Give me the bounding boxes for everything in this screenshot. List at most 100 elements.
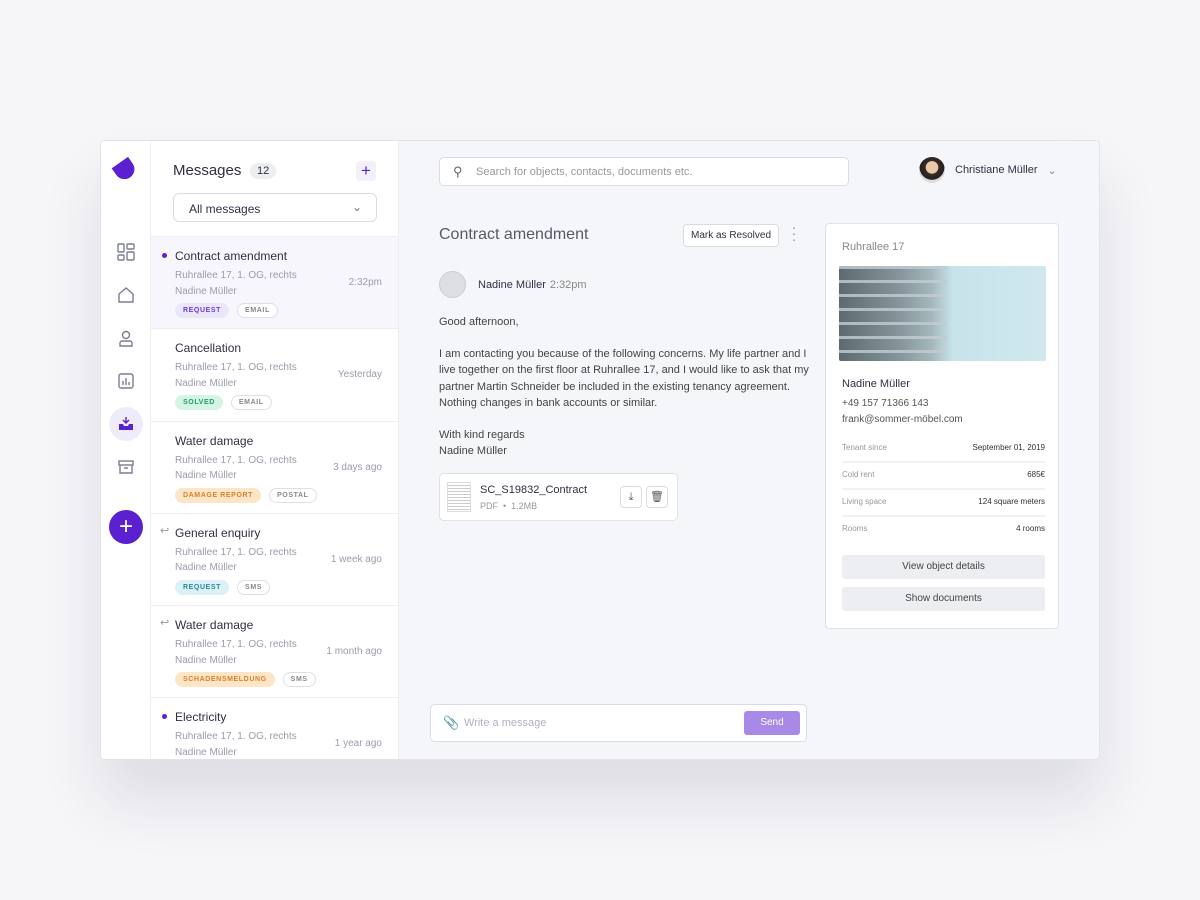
greeting: Good afternoon, <box>439 316 519 328</box>
tenant-phone: +49 157 71366 143 <box>842 398 929 409</box>
sender-avatar <box>439 271 466 298</box>
item-address: Ruhrallee 17, 1. OG, rechts <box>175 731 297 743</box>
detail-row: Rooms 4 rooms <box>842 517 1045 544</box>
compose-box[interactable]: 📎 Write a message Send <box>430 704 807 742</box>
message-body: Good afternoon, I am contacting you beca… <box>439 314 809 459</box>
avatar <box>919 157 945 183</box>
tenant-name: Nadine Müller <box>842 378 910 390</box>
list-item[interactable]: Water damage Ruhrallee 17, 1. OG, rechts… <box>151 422 398 514</box>
item-time: 1 month ago <box>326 646 382 658</box>
archive-icon[interactable] <box>109 450 143 484</box>
item-title: Cancellation <box>175 341 242 356</box>
search-icon: ⚲ <box>453 164 463 179</box>
item-title: Water damage <box>175 433 254 448</box>
item-time: 3 days ago <box>333 461 382 473</box>
create-button[interactable]: + <box>109 510 143 544</box>
closing: With kind regards <box>439 429 525 442</box>
item-contact: Nadine Müller <box>175 377 237 389</box>
item-title: Electricity <box>175 710 227 725</box>
signature: Nadine Müller <box>439 445 507 458</box>
list-item[interactable]: Contract amendment Ruhrallee 17, 1. OG, … <box>151 237 398 330</box>
reply-icon: ↩ <box>160 524 170 537</box>
message-sender: Nadine Müller 2:32pm <box>439 271 587 298</box>
item-contact: Nadine Müller <box>175 562 237 574</box>
item-title: Contract amendment <box>175 249 288 263</box>
user-name: Christiane Müller <box>955 164 1038 176</box>
detail-label: Living space <box>842 497 887 506</box>
more-options-icon[interactable]: · · · <box>791 220 797 247</box>
status-badge: SCHADENSMELDUNG <box>175 672 275 688</box>
tenant-email: frank@sommer-möbel.com <box>842 413 963 425</box>
item-title: Water damage <box>175 618 254 633</box>
building-photo <box>839 266 1046 361</box>
inbox-icon[interactable] <box>109 407 143 441</box>
detail-row: Tenant since September 01, 2019 <box>842 436 1045 463</box>
sender-name: Nadine Müller <box>478 278 546 291</box>
dashboard-icon[interactable] <box>109 235 143 269</box>
status-badge: REQUEST <box>175 579 230 595</box>
trash-icon[interactable]: 🗑 <box>646 486 668 508</box>
item-address: Ruhrallee 17, 1. OG, rechts <box>175 454 297 466</box>
list-item[interactable]: ↩ General enquiry Ruhrallee 17, 1. OG, re… <box>151 514 398 607</box>
item-title: General enquiry <box>175 525 261 540</box>
item-contact: Nadine Müller <box>175 746 237 758</box>
message-filter-select[interactable]: All messages ⌄ <box>173 193 377 222</box>
detail-value: 124 square meters <box>978 497 1045 506</box>
message-list-panel: Messages 12 + All messages ⌄ Contract ame… <box>151 141 399 759</box>
chart-icon[interactable] <box>109 364 143 398</box>
send-button[interactable]: Send <box>744 711 800 735</box>
detail-label: Tenant since <box>842 443 887 452</box>
search-input[interactable]: ⚲ Search for objects, contacts, documents… <box>439 157 849 186</box>
status-badge: DAMAGE REPORT <box>175 487 262 503</box>
item-address: Ruhrallee 17, 1. OG, rechts <box>175 270 297 281</box>
list-item[interactable]: ↩ Water damage Ruhrallee 17, 1. OG, recht… <box>151 606 398 699</box>
message-input[interactable]: Write a message <box>464 717 546 729</box>
item-time: 1 year ago <box>334 738 382 750</box>
detail-row: Living space 124 square meters <box>842 490 1045 517</box>
body-text: I am contacting you because of the follo… <box>439 348 809 409</box>
item-contact: Nadine Müller <box>175 285 237 297</box>
item-time: 2:32pm <box>348 277 382 288</box>
channel-badge: EMAIL <box>230 395 272 411</box>
message-time: 2:32pm <box>549 278 587 291</box>
item-time: 1 week ago <box>330 553 382 565</box>
object-card: Ruhrallee 17 Nadine Müller +49 157 71366… <box>825 223 1059 629</box>
filter-value: All messages <box>189 202 261 216</box>
attachment-meta: PDF • 1.2MB <box>480 501 538 511</box>
reply-icon: ↩ <box>160 617 170 630</box>
item-time: Yesterday <box>337 369 382 381</box>
detail-value: September 01, 2019 <box>972 443 1046 452</box>
document-thumbnail <box>447 482 471 512</box>
sidebar: + <box>101 141 151 759</box>
paperclip-icon[interactable]: 📎 <box>443 715 459 731</box>
detail-value: 685€ <box>1027 470 1045 479</box>
show-documents-button[interactable]: Show documents <box>842 587 1045 611</box>
chevron-down-icon: ⌄ <box>351 200 362 214</box>
download-icon[interactable]: ⤓ <box>620 486 642 508</box>
logo <box>111 156 139 184</box>
detail-row: Cold rent 685€ <box>842 463 1045 490</box>
attachment[interactable]: SC_S19832_Contract PDF • 1.2MB ⤓ 🗑 <box>439 473 678 521</box>
user-icon[interactable] <box>109 321 143 355</box>
message-title: Contract amendment <box>439 226 589 243</box>
search-placeholder: Search for objects, contacts, documents … <box>476 166 693 178</box>
list-item[interactable]: Electricity Ruhrallee 17, 1. OG, rechts N… <box>151 698 398 759</box>
main-content: ⚲ Search for objects, contacts, documents… <box>399 141 1099 759</box>
list-item[interactable]: Cancellation Ruhrallee 17, 1. OG, rechts… <box>151 329 398 422</box>
item-address: Ruhrallee 17, 1. OG, rechts <box>175 546 297 558</box>
channel-badge: POSTAL <box>269 487 317 503</box>
user-menu[interactable]: Christiane Müller ⌄ <box>919 157 1057 183</box>
attachment-name: SC_S19832_Contract <box>480 484 588 496</box>
item-contact: Nadine Müller <box>175 654 237 666</box>
message-count-badge: 12 <box>250 163 277 179</box>
channel-badge: EMAIL <box>237 303 278 318</box>
unread-dot <box>162 714 167 720</box>
home-icon[interactable] <box>109 278 143 312</box>
new-message-button[interactable]: + <box>356 161 376 181</box>
detail-value: 4 rooms <box>1016 524 1045 533</box>
list-title: Messages <box>173 162 242 179</box>
mark-resolved-button[interactable]: Mark as Resolved <box>683 224 780 247</box>
unread-dot <box>162 253 167 258</box>
channel-badge: SMS <box>237 579 271 595</box>
view-object-details-button[interactable]: View object details <box>842 555 1045 579</box>
